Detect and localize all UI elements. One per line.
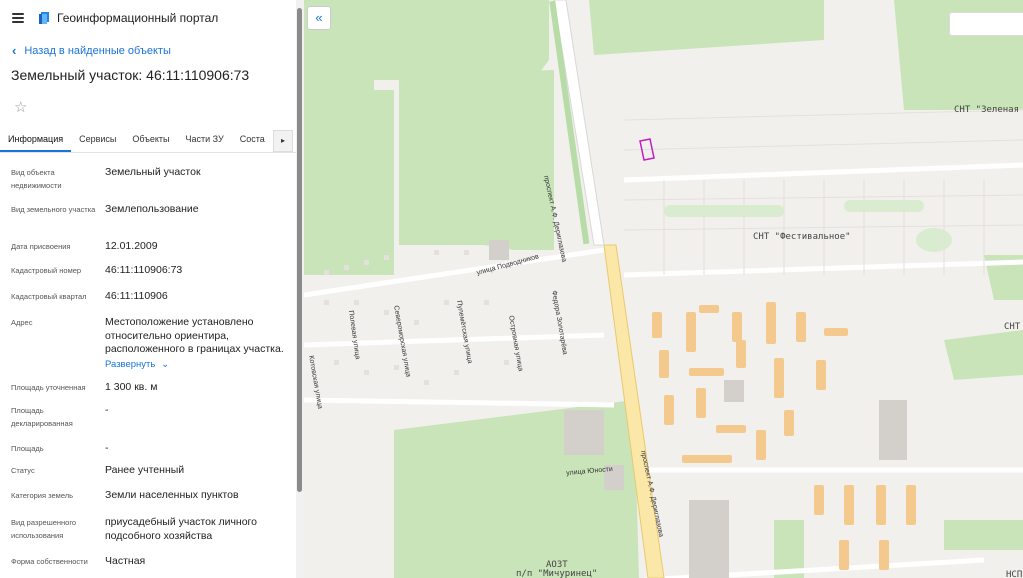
- field-value: Землепользование: [105, 203, 199, 215]
- map-label-snt-right: СНТ: [1004, 322, 1021, 332]
- tab-composition[interactable]: Соста: [232, 126, 273, 152]
- field-value-address: Местоположение установлено относительно …: [105, 316, 295, 371]
- tab-services[interactable]: Сервисы: [71, 126, 124, 152]
- field-label: Форма собственности: [11, 557, 88, 566]
- field-value: Частная: [105, 555, 146, 567]
- tabs-divider: [0, 152, 296, 153]
- field-label: Вид земельного участка: [11, 205, 96, 214]
- field-value: 12.01.2009: [105, 240, 158, 252]
- field-label: Вид объекта недвижимости: [11, 168, 62, 190]
- favorite-star-icon[interactable]: ☆: [14, 98, 27, 116]
- app: Геоинформационный портал ‹ Назад в найде…: [0, 0, 1023, 578]
- field-value: Ранее учтенный: [105, 464, 185, 476]
- field-label: Статус: [11, 466, 35, 475]
- field-value: 46:11:110906: [105, 290, 168, 302]
- field-label: Категория земель: [11, 491, 74, 500]
- chevron-left-icon: ‹: [12, 43, 17, 58]
- map[interactable]: СНТ "Зеленая Роща" СНТ "Фестивальное" СН…: [304, 0, 1023, 578]
- chevron-down-icon: ⌄: [161, 358, 170, 370]
- expand-label: Развернуть: [105, 358, 156, 370]
- map-label-stop: п/п "Мичуринец": [516, 569, 598, 578]
- map-label-nsp: НСП: [1006, 570, 1023, 578]
- field-value: Земли населенных пунктов: [105, 489, 239, 501]
- tab-parts[interactable]: Части ЗУ: [178, 126, 232, 152]
- field-label: Площадь уточненная: [11, 383, 86, 392]
- field-label: Адрес: [11, 318, 33, 327]
- field-value: -: [105, 442, 109, 454]
- back-link[interactable]: ‹ Назад в найденные объекты: [12, 43, 171, 58]
- field-label: Площадь: [11, 444, 44, 453]
- field-label: Площадь декларированная: [11, 406, 73, 428]
- field-label: Дата присвоения: [11, 242, 71, 251]
- scrollbar-thumb[interactable]: [297, 8, 302, 492]
- address-text: Местоположение установлено относительно …: [105, 316, 284, 355]
- menu-icon[interactable]: [12, 13, 24, 23]
- map-canvas: [304, 0, 1023, 578]
- tabs-scroll-right-button[interactable]: ▸: [273, 130, 293, 152]
- panel-scrollbar[interactable]: [296, 0, 304, 578]
- portal-logo-icon: [39, 12, 49, 24]
- map-label-snt-zelenaya: СНТ "Зеленая Роща": [954, 105, 1023, 115]
- tabs: Информация Сервисы Объекты Части ЗУ Сост…: [0, 126, 296, 152]
- tab-objects[interactable]: Объекты: [124, 126, 177, 152]
- map-label-snt-festivalnoe: СНТ "Фестивальное": [753, 232, 851, 242]
- top-bar: Геоинформационный портал: [0, 0, 296, 36]
- back-link-label: Назад в найденные объекты: [24, 44, 171, 57]
- field-value: Земельный участок: [105, 166, 201, 178]
- app-title: Геоинформационный портал: [57, 11, 219, 25]
- map-search-box[interactable]: [949, 12, 1023, 36]
- info-panel: Геоинформационный портал ‹ Назад в найде…: [0, 0, 296, 578]
- page-title: Земельный участок: 46:11:110906:73: [11, 67, 250, 83]
- field-value: 1 300 кв. м: [105, 381, 158, 393]
- expand-link[interactable]: Развернуть ⌄: [105, 358, 295, 372]
- collapse-panel-button[interactable]: «: [307, 6, 331, 30]
- field-label: Кадастровый номер: [11, 266, 82, 275]
- field-value: -: [105, 404, 109, 416]
- field-value: приусадебный участок личного подсобного …: [105, 516, 257, 542]
- field-value: 46:11:110906:73: [105, 264, 183, 276]
- field-label: Вид разрешенного использования: [11, 518, 77, 540]
- tab-info[interactable]: Информация: [0, 126, 72, 152]
- field-label: Кадастровый квартал: [11, 292, 87, 301]
